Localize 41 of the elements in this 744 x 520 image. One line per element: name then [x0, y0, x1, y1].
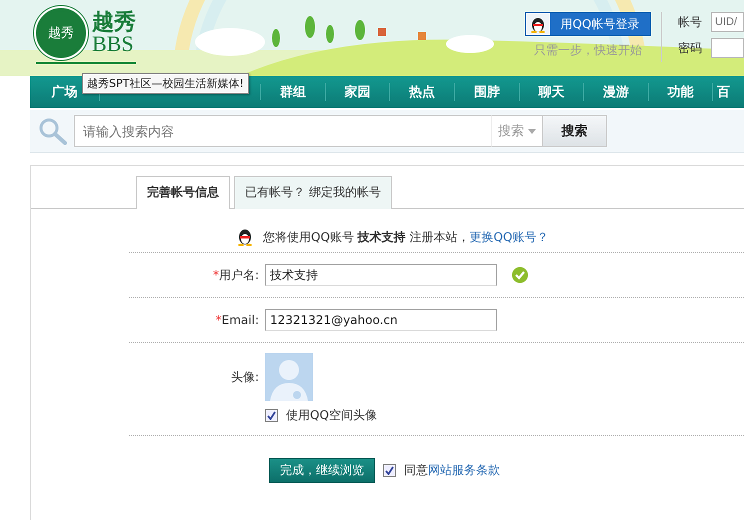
tab[interactable]: 已有帐号？ 绑定我的帐号 — [234, 176, 392, 209]
nav-item[interactable]: 热点 — [390, 83, 456, 101]
field-label: *Email: — [214, 313, 259, 327]
input-field[interactable]: 12321321@yahoo.cn — [265, 309, 497, 331]
checkbox[interactable] — [383, 464, 396, 477]
account-field[interactable]: UID/ — [711, 12, 744, 32]
password-field[interactable] — [711, 38, 744, 58]
penguin-icon — [530, 15, 546, 33]
input-field[interactable]: 技术支持 — [265, 264, 497, 286]
login-hint: 只需一步，快速开始 — [534, 42, 642, 59]
penguin-icon — [237, 228, 253, 246]
nav-item[interactable]: 群组 — [261, 83, 326, 101]
search-button[interactable]: 搜索 — [542, 115, 607, 147]
nav-item[interactable]: 百 — [713, 83, 744, 101]
search-icon — [38, 117, 68, 145]
caret-icon — [528, 128, 536, 134]
nav-item[interactable]: 围脖 — [455, 83, 520, 101]
change-account-link[interactable]: 更换QQ账号？ — [470, 230, 548, 244]
submit-button[interactable]: 完成，继续浏览 — [269, 458, 375, 483]
terms-link[interactable]: 网站服务条款 — [428, 463, 500, 477]
checkbox-label: 使用QQ空间头像 — [286, 407, 377, 424]
logo-name: 越秀 — [92, 11, 136, 33]
field-label: *用户名: — [212, 266, 259, 284]
check-icon — [511, 266, 529, 284]
avatar-icon — [265, 353, 313, 401]
account-label: 帐号 — [678, 14, 702, 30]
nav-item[interactable]: 聊天 — [520, 83, 584, 101]
tooltip: 越秀SPT社区—校园生活新媒体! — [82, 73, 249, 94]
logo-subtitle: BBS — [92, 33, 134, 55]
search-scope-dropdown[interactable]: 搜索 — [491, 115, 542, 147]
agree-text: 同意网站服务条款 — [404, 462, 500, 479]
logo-seal: 越秀 — [36, 8, 86, 58]
search-field[interactable]: 请输入搜索内容 — [74, 115, 491, 147]
checkbox[interactable] — [265, 409, 278, 422]
qq-login-button[interactable]: 用QQ帐号登录 — [525, 12, 651, 36]
nav-item[interactable]: 家园 — [326, 83, 390, 101]
nav-item[interactable]: 功能 — [648, 83, 714, 101]
avatar-label: 头像: — [230, 369, 259, 386]
notice-text: 您将使用QQ账号 技术支持 注册本站，更换QQ账号？ — [263, 228, 548, 246]
nav-item[interactable]: 漫游 — [584, 83, 649, 101]
tab[interactable]: 完善帐号信息 — [136, 176, 230, 209]
